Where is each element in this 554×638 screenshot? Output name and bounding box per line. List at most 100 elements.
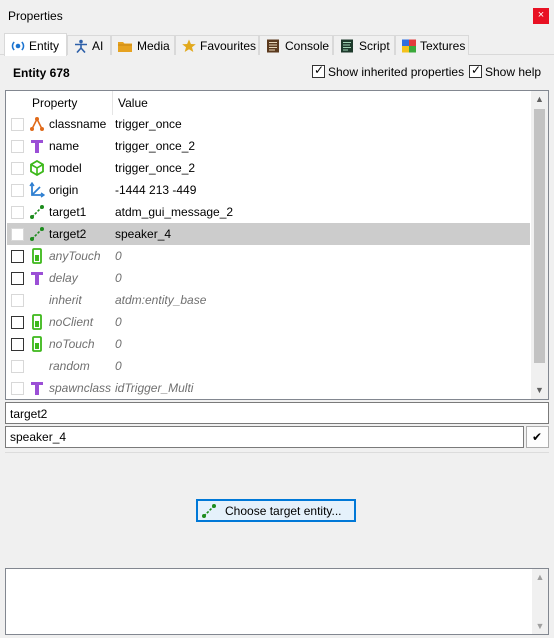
show-help-checkbox[interactable]: ✓ bbox=[469, 63, 482, 78]
choose-target-label: Choose target entity... bbox=[225, 504, 342, 518]
property-value: speaker_4 bbox=[115, 227, 172, 241]
key-field[interactable]: target2 bbox=[5, 402, 549, 424]
column-divider[interactable] bbox=[112, 91, 113, 115]
tab-script[interactable]: Script bbox=[333, 35, 395, 55]
scrollbar-thumb[interactable] bbox=[534, 109, 545, 363]
property-value: trigger_once bbox=[115, 117, 182, 131]
table-row[interactable]: anyTouch 0 bbox=[7, 245, 530, 267]
table-row[interactable]: model trigger_once_2 bbox=[7, 157, 530, 179]
tab-label: Textures bbox=[420, 39, 466, 53]
row-checkbox[interactable] bbox=[11, 250, 24, 263]
text-t-icon bbox=[31, 272, 43, 285]
scroll-down-icon[interactable]: ▼ bbox=[532, 618, 548, 634]
value-input[interactable] bbox=[5, 426, 524, 448]
checkmark-icon: ✔ bbox=[532, 430, 543, 444]
column-header-value[interactable]: Value bbox=[118, 96, 148, 110]
classname-icon bbox=[30, 117, 44, 131]
tab-textures[interactable]: Textures bbox=[395, 35, 469, 55]
property-name: inherit bbox=[49, 293, 82, 307]
property-name: spawnclass bbox=[49, 381, 112, 395]
window-title: Properties bbox=[8, 9, 63, 23]
row-checkbox[interactable] bbox=[11, 338, 24, 351]
property-value: 0 bbox=[115, 315, 122, 329]
row-checkbox[interactable] bbox=[11, 184, 24, 197]
table-row[interactable]: name trigger_once_2 bbox=[7, 135, 530, 157]
property-name: classname bbox=[49, 117, 107, 131]
table-row[interactable]: origin -1444 213 -449 bbox=[7, 179, 530, 201]
row-checkbox[interactable] bbox=[11, 162, 24, 175]
scroll-up-icon[interactable]: ▲ bbox=[532, 569, 548, 585]
property-value: trigger_once_2 bbox=[115, 139, 196, 153]
table-row[interactable]: delay 0 bbox=[7, 267, 530, 289]
tab-entity[interactable]: Entity bbox=[4, 33, 67, 56]
script-icon bbox=[341, 39, 353, 53]
target-link-icon bbox=[30, 227, 44, 241]
help-scrollbar[interactable]: ▲ ▼ bbox=[532, 569, 548, 634]
row-checkbox[interactable] bbox=[11, 228, 24, 241]
vertical-scrollbar[interactable]: ▲ ▼ bbox=[531, 91, 548, 399]
close-button[interactable]: × bbox=[533, 8, 549, 24]
text-t-icon bbox=[31, 140, 43, 153]
row-checkbox[interactable] bbox=[11, 316, 24, 329]
title-bar: Properties × bbox=[0, 0, 554, 31]
show-inherited-label[interactable]: Show inherited properties bbox=[328, 65, 464, 79]
tab-label: Favourites bbox=[200, 39, 257, 53]
tab-bar: Entity AI Media Favourites Console Scrip… bbox=[0, 33, 554, 56]
property-name: name bbox=[49, 139, 80, 153]
property-value: atdm:entity_base bbox=[115, 293, 207, 307]
table-row[interactable]: target1 atdm_gui_message_2 bbox=[7, 201, 530, 223]
property-value: trigger_once_2 bbox=[115, 161, 196, 175]
row-checkbox[interactable] bbox=[11, 272, 24, 285]
property-name: noClient bbox=[49, 315, 94, 329]
property-name: model bbox=[49, 161, 82, 175]
row-checkbox[interactable] bbox=[11, 206, 24, 219]
property-name: target1 bbox=[49, 205, 87, 219]
checkmark-icon: ✓ bbox=[314, 63, 325, 77]
show-inherited-checkbox[interactable]: ✓ bbox=[312, 63, 325, 78]
tab-console[interactable]: Console bbox=[259, 35, 333, 55]
console-icon bbox=[267, 39, 279, 53]
tab-ai[interactable]: AI bbox=[67, 35, 111, 55]
property-value: 0 bbox=[115, 249, 122, 263]
row-checkbox[interactable] bbox=[11, 382, 24, 395]
show-help-label[interactable]: Show help bbox=[485, 65, 541, 79]
property-name: delay bbox=[49, 271, 78, 285]
choose-target-entity-button[interactable]: Choose target entity... bbox=[196, 499, 356, 522]
table-row[interactable]: target2 speaker_4 bbox=[7, 223, 530, 245]
key-text: target2 bbox=[10, 407, 48, 421]
origin-axes-icon bbox=[29, 182, 45, 198]
table-row[interactable]: spawnclass idTrigger_Multi bbox=[7, 377, 530, 399]
tab-label: Script bbox=[359, 39, 390, 53]
row-checkbox[interactable] bbox=[11, 294, 24, 307]
table-row[interactable]: noTouch 0 bbox=[7, 333, 530, 355]
scroll-down-icon[interactable]: ▼ bbox=[531, 382, 548, 399]
row-checkbox[interactable] bbox=[11, 118, 24, 131]
tab-label: Console bbox=[285, 39, 330, 53]
tab-favourites[interactable]: Favourites bbox=[175, 35, 259, 55]
row-checkbox[interactable] bbox=[11, 140, 24, 153]
table-row[interactable]: classname trigger_once bbox=[7, 113, 530, 135]
property-value: atdm_gui_message_2 bbox=[115, 205, 234, 219]
text-t-icon bbox=[31, 382, 43, 395]
table-row[interactable]: random 0 bbox=[7, 355, 530, 377]
row-checkbox[interactable] bbox=[11, 360, 24, 373]
column-header-property[interactable]: Property bbox=[32, 96, 77, 110]
property-value: 0 bbox=[115, 359, 122, 373]
tab-media[interactable]: Media bbox=[111, 35, 175, 55]
tab-label: Media bbox=[137, 39, 170, 53]
property-name: random bbox=[49, 359, 90, 373]
target-link-icon bbox=[30, 205, 44, 219]
table-row[interactable]: inherit atdm:entity_base bbox=[7, 289, 530, 311]
help-text-box[interactable]: ▲ ▼ bbox=[5, 568, 549, 635]
tab-label: AI bbox=[92, 39, 104, 53]
property-grid[interactable]: Property Value classname trigger_oncename… bbox=[5, 90, 549, 400]
target-link-icon bbox=[202, 504, 216, 518]
bool-icon bbox=[32, 248, 42, 264]
apply-button[interactable]: ✔ bbox=[526, 426, 549, 448]
scroll-up-icon[interactable]: ▲ bbox=[531, 91, 548, 108]
property-name: anyTouch bbox=[49, 249, 101, 263]
property-value: 0 bbox=[115, 337, 122, 351]
property-value: idTrigger_Multi bbox=[115, 381, 194, 395]
table-row[interactable]: noClient 0 bbox=[7, 311, 530, 333]
entity-title: Entity 678 bbox=[13, 66, 70, 80]
